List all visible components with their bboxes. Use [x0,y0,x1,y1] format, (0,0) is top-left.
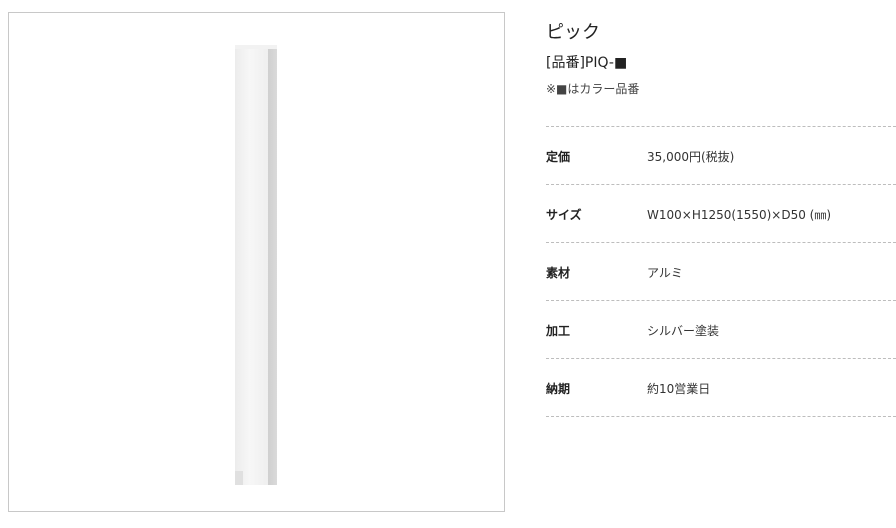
spec-value: アルミ [647,266,683,280]
product-image [235,45,277,485]
spec-table: 定価 35,000円(税抜) サイズ W100×H1250(1550)×D50 … [546,126,896,417]
spec-label: サイズ [546,208,582,222]
post-front-face [235,49,268,485]
spec-row-material: 素材 アルミ [546,242,896,300]
spec-label: 素材 [546,266,571,280]
spec-row-finish: 加工 シルバー塗装 [546,300,896,358]
spec-value: 35,000円(税抜) [647,150,735,164]
post-base [235,471,243,485]
product-image-frame [8,12,505,512]
spec-label: 加工 [546,324,571,338]
spec-value: シルバー塗装 [647,324,720,338]
product-color-note: ※■はカラー品番 [546,82,640,96]
spec-value: W100×H1250(1550)×D50 (㎜) [647,208,832,222]
product-name: ピック [546,22,600,43]
spec-label: 定価 [546,150,571,164]
product-code: [品番]PIQ-■ [546,55,628,71]
spec-value: 約10営業日 [647,382,711,396]
spec-row-delivery: 納期 約10営業日 [546,358,896,417]
spec-row-price: 定価 35,000円(税抜) [546,126,896,184]
spec-row-size: サイズ W100×H1250(1550)×D50 (㎜) [546,184,896,242]
spec-label: 納期 [546,382,571,396]
post-side-face [268,49,277,485]
